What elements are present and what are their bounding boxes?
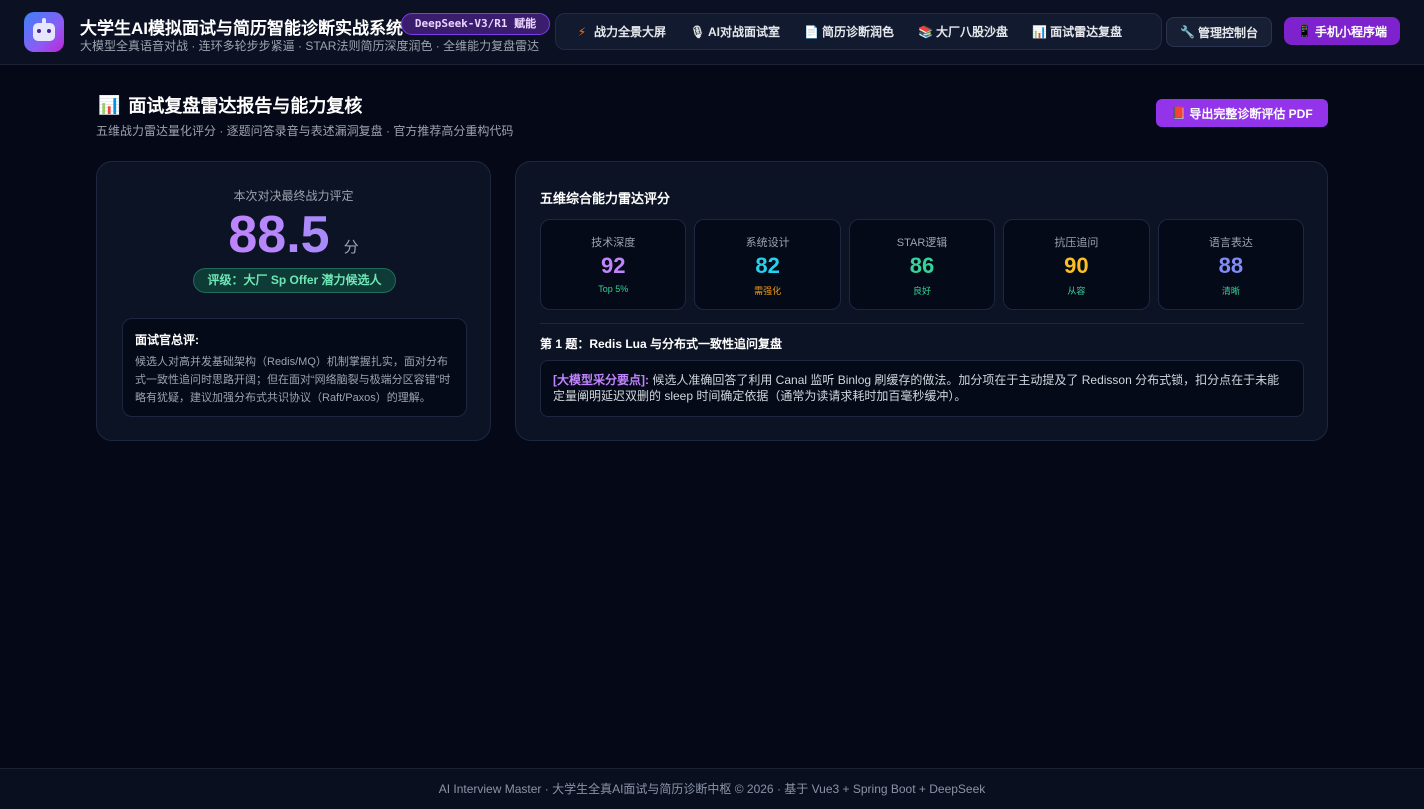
admin-console-button[interactable]: 🔧 管理控制台 bbox=[1166, 17, 1272, 47]
main-nav: ⚡ 战力全景大屏 🎙 AI对战面试室 📄 简历诊断润色 📚 大厂八股沙盘 📊 面… bbox=[555, 13, 1162, 50]
metric-tag: Top 5% bbox=[598, 284, 629, 294]
score-unit: 分 bbox=[343, 239, 359, 256]
metric-label: STAR逻辑 bbox=[896, 237, 948, 249]
mini-program-button[interactable]: 📱 手机小程序端 bbox=[1284, 17, 1400, 45]
model-badge: DeepSeek-V3/R1 赋能 bbox=[401, 13, 550, 35]
metric-value: 82 bbox=[755, 253, 780, 278]
nav-item-interview-room[interactable]: 🎙 AI对战面试室 bbox=[678, 17, 792, 46]
bar-chart-icon: 📊 bbox=[1032, 24, 1048, 39]
divider bbox=[540, 323, 1304, 324]
metric-tech-depth: 技术深度 92 Top 5% bbox=[540, 219, 687, 310]
phone-icon: 📱 bbox=[1296, 24, 1312, 38]
metric-tag: 需强化 bbox=[754, 286, 782, 296]
metric-value: 88 bbox=[1218, 253, 1244, 278]
nav-item-label: AI对战面试室 bbox=[708, 25, 781, 39]
metric-tag: 清晰 bbox=[1221, 286, 1240, 296]
admin-console-label: 管理控制台 bbox=[1197, 25, 1258, 40]
score-caption: 本次对决最终战力评定 bbox=[233, 189, 354, 203]
export-pdf-button[interactable]: 📕 导出完整诊断评估 PDF bbox=[1156, 99, 1328, 127]
robot-logo-icon[interactable] bbox=[24, 12, 64, 52]
metric-tag: 从容 bbox=[1067, 286, 1086, 296]
metric-label: 系统设计 bbox=[745, 237, 790, 249]
page-title: 📊 面试复盘雷达报告与能力复核 bbox=[98, 92, 362, 118]
question-review: [大模型采分要点]: 候选人准确回答了利用 Canal 监听 Binlog 刷缓… bbox=[540, 360, 1304, 417]
interviewer-summary: 面试官总评: 候选人对高并发基础架构（Redis/MQ）机制掌握扎实，面对分布式… bbox=[122, 318, 467, 417]
top-header: 大学生AI模拟面试与简历智能诊断实战系统 DeepSeek-V3/R1 赋能 大… bbox=[0, 0, 1424, 65]
nav-item-label: 大厂八股沙盘 bbox=[936, 25, 1009, 39]
metric-system-design: 系统设计 82 需强化 bbox=[694, 219, 841, 310]
nav-item-dashboard[interactable]: ⚡ 战力全景大屏 bbox=[564, 17, 678, 46]
metric-expression: 语言表达 88 清晰 bbox=[1157, 219, 1305, 310]
question-key: [大模型采分要点]: bbox=[553, 373, 649, 387]
nav-item-label: 简历诊断润色 bbox=[822, 25, 895, 39]
question-title: 第 1 题：Redis Lua 与分布式一致性追问复盘 bbox=[540, 337, 783, 351]
document-icon: 📄 bbox=[804, 24, 819, 39]
metric-label: 技术深度 bbox=[591, 237, 636, 249]
metric-label: 语言表达 bbox=[1208, 237, 1253, 249]
app-subtitle: 大模型全真语音对战 · 连环多轮步步紧逼 · STAR法则简历深度润色 · 全维… bbox=[80, 39, 540, 53]
footer: AI Interview Master · 大学生全真AI面试与简历诊断中枢 ©… bbox=[0, 768, 1424, 809]
bar-chart-icon: 📊 bbox=[98, 94, 121, 115]
metric-tag: 良好 bbox=[913, 286, 932, 296]
page-subtitle: 五维战力雷达量化评分 · 逐题问答录音与表述漏洞复盘 · 官方推荐高分重构代码 bbox=[96, 124, 514, 138]
book-icon: 📕 bbox=[1171, 106, 1187, 120]
lightning-icon: ⚡ bbox=[577, 24, 587, 39]
metric-value: 90 bbox=[1064, 253, 1089, 278]
question-text: 候选人准确回答了利用 Canal 监听 Binlog 刷缓存的做法。加分项在于主… bbox=[553, 373, 1280, 403]
export-pdf-label: 导出完整诊断评估 PDF bbox=[1189, 106, 1313, 121]
app-title: 大学生AI模拟面试与简历智能诊断实战系统 bbox=[80, 19, 403, 38]
metric-value: 92 bbox=[600, 253, 626, 278]
metric-star-logic: STAR逻辑 86 良好 bbox=[848, 219, 996, 310]
radar-title: 五维综合能力雷达评分 bbox=[540, 191, 671, 206]
page-title-text: 面试复盘雷达报告与能力复核 bbox=[128, 96, 363, 116]
metric-label: 抗压追问 bbox=[1054, 237, 1099, 249]
metric-pressure: 抗压追问 90 从容 bbox=[1003, 219, 1150, 310]
summary-text: 候选人对高并发基础架构（Redis/MQ）机制掌握扎实，面对分布式一致性追问时思… bbox=[135, 356, 451, 404]
final-score: 88.5 bbox=[228, 206, 330, 264]
radar-score-card: 五维综合能力雷达评分 技术深度 92 Top 5% 系统设计 82 需强化 ST… bbox=[515, 161, 1328, 441]
score-row: 88.5 分 bbox=[97, 206, 490, 264]
nav-item-label: 面试雷达复盘 bbox=[1050, 25, 1123, 39]
metric-list: 技术深度 92 Top 5% 系统设计 82 需强化 STAR逻辑 86 良好 … bbox=[540, 219, 1305, 311]
microphone-icon: 🎙 bbox=[690, 24, 706, 39]
wrench-icon: 🔧 bbox=[1179, 25, 1195, 39]
final-score-card: 本次对决最终战力评定 88.5 分 评级：大厂 Sp Offer 潜力候选人 面… bbox=[96, 161, 491, 441]
nav-item-label: 战力全景大屏 bbox=[594, 25, 667, 39]
summary-title: 面试官总评: bbox=[135, 333, 199, 347]
grade-badge: 评级：大厂 Sp Offer 潜力候选人 bbox=[193, 268, 396, 293]
nav-item-question-bank[interactable]: 📚 大厂八股沙盘 bbox=[906, 17, 1020, 46]
nav-item-resume[interactable]: 📄 简历诊断润色 bbox=[792, 17, 906, 46]
metric-value: 86 bbox=[909, 253, 935, 278]
nav-item-radar-review[interactable]: 📊 面试雷达复盘 bbox=[1020, 17, 1134, 46]
books-icon: 📚 bbox=[918, 24, 933, 39]
mini-program-label: 手机小程序端 bbox=[1314, 24, 1387, 39]
